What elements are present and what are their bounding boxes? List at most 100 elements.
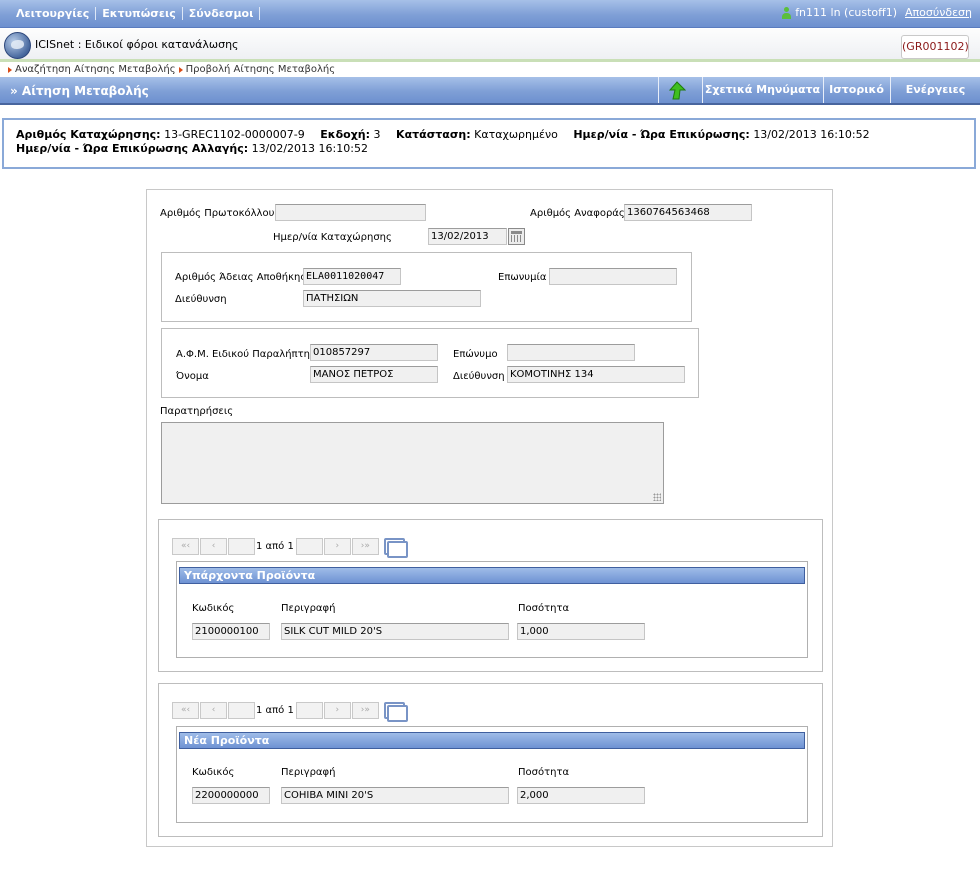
confirmation-datetime-value: 13/02/2013 16:10:52 xyxy=(753,128,870,141)
recipient-address-label: Διεύθυνση xyxy=(453,371,505,382)
pager-page-input-2[interactable] xyxy=(295,538,323,555)
logout-link[interactable]: Αποσύνδεση xyxy=(905,6,972,19)
reference-number-field[interactable]: 1360764563468 xyxy=(624,204,752,221)
app-title: ICISnet : Ειδικοί φόροι κατανάλωσης xyxy=(35,38,239,51)
existing-quantity-field[interactable]: 1,000 xyxy=(517,623,645,640)
up-button[interactable] xyxy=(658,77,701,103)
existing-products-subpanel: Υπάρχοντα Προϊόντα Κωδικός Περιγραφή Ποσ… xyxy=(176,561,808,658)
new-description-field[interactable]: COHIBA MINI 20'S xyxy=(281,787,509,804)
first-name-field[interactable]: ΜΑΝΟΣ ΠΕΤΡΟΣ xyxy=(310,366,438,383)
breadcrumb-label: Αναζήτηση Αίτησης Μεταβολής xyxy=(15,64,176,75)
pager-last-button[interactable]: ›» xyxy=(351,538,379,555)
reference-number-label: Αριθμός Αναφοράς xyxy=(530,208,625,219)
recipient-group: Α.Φ.Μ. Ειδικού Παραλήπτη 010857297 Επώνυ… xyxy=(161,328,699,398)
status-value: Καταχωρημένο xyxy=(474,128,558,141)
change-confirmation-datetime-label: Ημερ/νία - Ώρα Επικύρωσης Αλλαγής: xyxy=(16,142,249,155)
recipient-afm-label: Α.Φ.Μ. Ειδικού Παραλήπτη xyxy=(176,349,310,360)
recipient-afm-field[interactable]: 010857297 xyxy=(310,344,438,361)
change-request-form: Αριθμός Πρωτοκόλλου Αριθμός Αναφοράς 136… xyxy=(146,189,833,847)
change-confirmation-datetime-value: 13/02/2013 16:10:52 xyxy=(251,142,368,155)
menu-item-functions[interactable]: Λειτουργίες xyxy=(10,7,97,20)
registration-number-label: Αριθμός Καταχώρησης: xyxy=(16,128,161,141)
request-info-box: Αριθμός Καταχώρησης: 13-GREC1102-0000007… xyxy=(2,118,976,169)
pager-page-text: 1 από 1 xyxy=(256,705,294,716)
breadcrumb-search-change-request[interactable]: Αναζήτηση Αίτησης Μεταβολής xyxy=(8,64,176,75)
breadcrumb: Αναζήτηση Αίτησης Μεταβολής Προβολή Αίτη… xyxy=(0,63,980,76)
existing-quantity-label: Ποσότητα xyxy=(518,603,570,614)
first-name-label: Όνομα xyxy=(176,371,209,382)
version-value: 3 xyxy=(373,128,381,141)
protocol-number-label: Αριθμός Πρωτοκόλλου xyxy=(160,208,275,219)
status-label: Κατάσταση: xyxy=(396,128,471,141)
existing-products-title: Υπάρχοντα Προϊόντα xyxy=(179,567,805,584)
pager-first-button[interactable]: «‹ xyxy=(172,702,199,719)
breadcrumb-arrow-icon xyxy=(178,66,183,73)
protocol-number-field[interactable] xyxy=(275,204,426,221)
existing-products-pager: «‹ ‹ 1 από 1 › ›» xyxy=(172,538,408,558)
main-menu: Λειτουργίες Εκτυπώσεις Σύνδεσμοι xyxy=(10,7,261,20)
version-label: Εκδοχή: xyxy=(320,128,371,141)
existing-description-field[interactable]: SILK CUT MILD 20'S xyxy=(281,623,509,640)
warehouse-group: Αριθμός Άδειας Αποθήκης ELA0011020047 Επ… xyxy=(161,252,692,322)
warehouse-address-field[interactable]: ΠΑΤΗΣΙΩΝ xyxy=(303,290,481,307)
pager-prev-button[interactable]: ‹ xyxy=(200,702,227,719)
recipient-address-field[interactable]: ΚΟΜΟΤΙΝΗΣ 134 xyxy=(507,366,685,383)
open-window-icon[interactable] xyxy=(383,702,408,722)
app-header: ICISnet : Ειδικοί φόροι κατανάλωσης (GR0… xyxy=(0,29,980,62)
registration-date-label: Ημερ/νία Καταχώρησης xyxy=(273,232,392,243)
info-line-1: Αριθμός Καταχώρησης: 13-GREC1102-0000007… xyxy=(16,128,974,142)
resize-grip-icon[interactable] xyxy=(653,493,661,501)
open-window-icon[interactable] xyxy=(383,538,408,558)
office-code-badge: (GR001102) xyxy=(901,35,969,59)
new-products-pager: «‹ ‹ 1 από 1 › ›» xyxy=(172,702,408,722)
pager-prev-button[interactable]: ‹ xyxy=(200,538,227,555)
surname-label: Επώνυμο xyxy=(453,349,498,360)
up-arrow-icon xyxy=(668,81,686,100)
user-icon xyxy=(781,6,792,19)
user-name: fn111 ln (custoff1) xyxy=(795,6,898,19)
new-quantity-label: Ποσότητα xyxy=(518,767,570,778)
section-title: » Αίτηση Μεταβολής xyxy=(10,84,149,98)
existing-code-field[interactable]: 2100000100 xyxy=(192,623,270,640)
menu-item-links[interactable]: Σύνδεσμοι xyxy=(183,7,261,20)
new-products-subpanel: Νέα Προϊόντα Κωδικός Περιγραφή Ποσότητα … xyxy=(176,726,808,823)
registration-date-field[interactable]: 13/02/2013 xyxy=(428,228,507,245)
new-products-title: Νέα Προϊόντα xyxy=(179,732,805,749)
registration-number-value: 13-GREC1102-0000007-9 xyxy=(164,128,305,141)
history-button[interactable]: Ιστορικό xyxy=(823,77,889,103)
warehouse-address-label: Διεύθυνση xyxy=(175,294,227,305)
user-area: fn111 ln (custoff1) Αποσύνδεση xyxy=(781,6,972,19)
pager-page-input[interactable] xyxy=(228,702,255,719)
surname-field[interactable] xyxy=(507,344,635,361)
info-line-2: Ημερ/νία - Ώρα Επικύρωσης Αλλαγής: 13/02… xyxy=(16,142,974,156)
pager-first-button[interactable]: «‹ xyxy=(172,538,199,555)
globe-logo-icon xyxy=(4,32,31,59)
remarks-label: Παρατηρήσεις xyxy=(160,406,234,417)
warehouse-license-label: Αριθμός Άδειας Αποθήκης xyxy=(175,272,307,283)
remarks-textarea[interactable] xyxy=(161,422,664,504)
breadcrumb-view-change-request[interactable]: Προβολή Αίτησης Μεταβολής xyxy=(178,64,336,75)
company-name-field[interactable] xyxy=(549,268,677,285)
new-code-label: Κωδικός xyxy=(192,767,235,778)
menu-item-prints[interactable]: Εκτυπώσεις xyxy=(96,7,183,20)
actions-button[interactable]: Ενέργειες xyxy=(890,77,980,103)
section-toolbar: » Αίτηση Μεταβολής Σχετικά Μηνύματα Ιστο… xyxy=(0,77,980,105)
existing-products-panel: «‹ ‹ 1 από 1 › ›» Υπάρχοντα Προϊόντα Κωδ… xyxy=(158,519,823,672)
warehouse-license-field[interactable]: ELA0011020047 xyxy=(303,268,401,285)
pager-next-button[interactable]: › xyxy=(323,538,351,555)
top-menu-bar: Λειτουργίες Εκτυπώσεις Σύνδεσμοι fn111 l… xyxy=(0,0,980,28)
breadcrumb-label: Προβολή Αίτησης Μεταβολής xyxy=(185,64,336,75)
calendar-icon[interactable] xyxy=(508,228,525,245)
new-quantity-field[interactable]: 2,000 xyxy=(517,787,645,804)
pager-last-button[interactable]: ›» xyxy=(351,702,379,719)
company-name-label: Επωνυμία xyxy=(498,272,547,283)
pager-next-button[interactable]: › xyxy=(323,702,351,719)
pager-page-input-2[interactable] xyxy=(295,702,323,719)
pager-page-input[interactable] xyxy=(228,538,255,555)
pager-page-text: 1 από 1 xyxy=(256,541,294,552)
breadcrumb-arrow-icon xyxy=(8,66,12,73)
new-products-panel: «‹ ‹ 1 από 1 › ›» Νέα Προϊόντα Κωδικός Π… xyxy=(158,683,823,837)
related-messages-button[interactable]: Σχετικά Μηνύματα xyxy=(702,77,822,103)
confirmation-datetime-label: Ημερ/νία - Ώρα Επικύρωσης: xyxy=(573,128,750,141)
new-code-field[interactable]: 2200000000 xyxy=(192,787,270,804)
